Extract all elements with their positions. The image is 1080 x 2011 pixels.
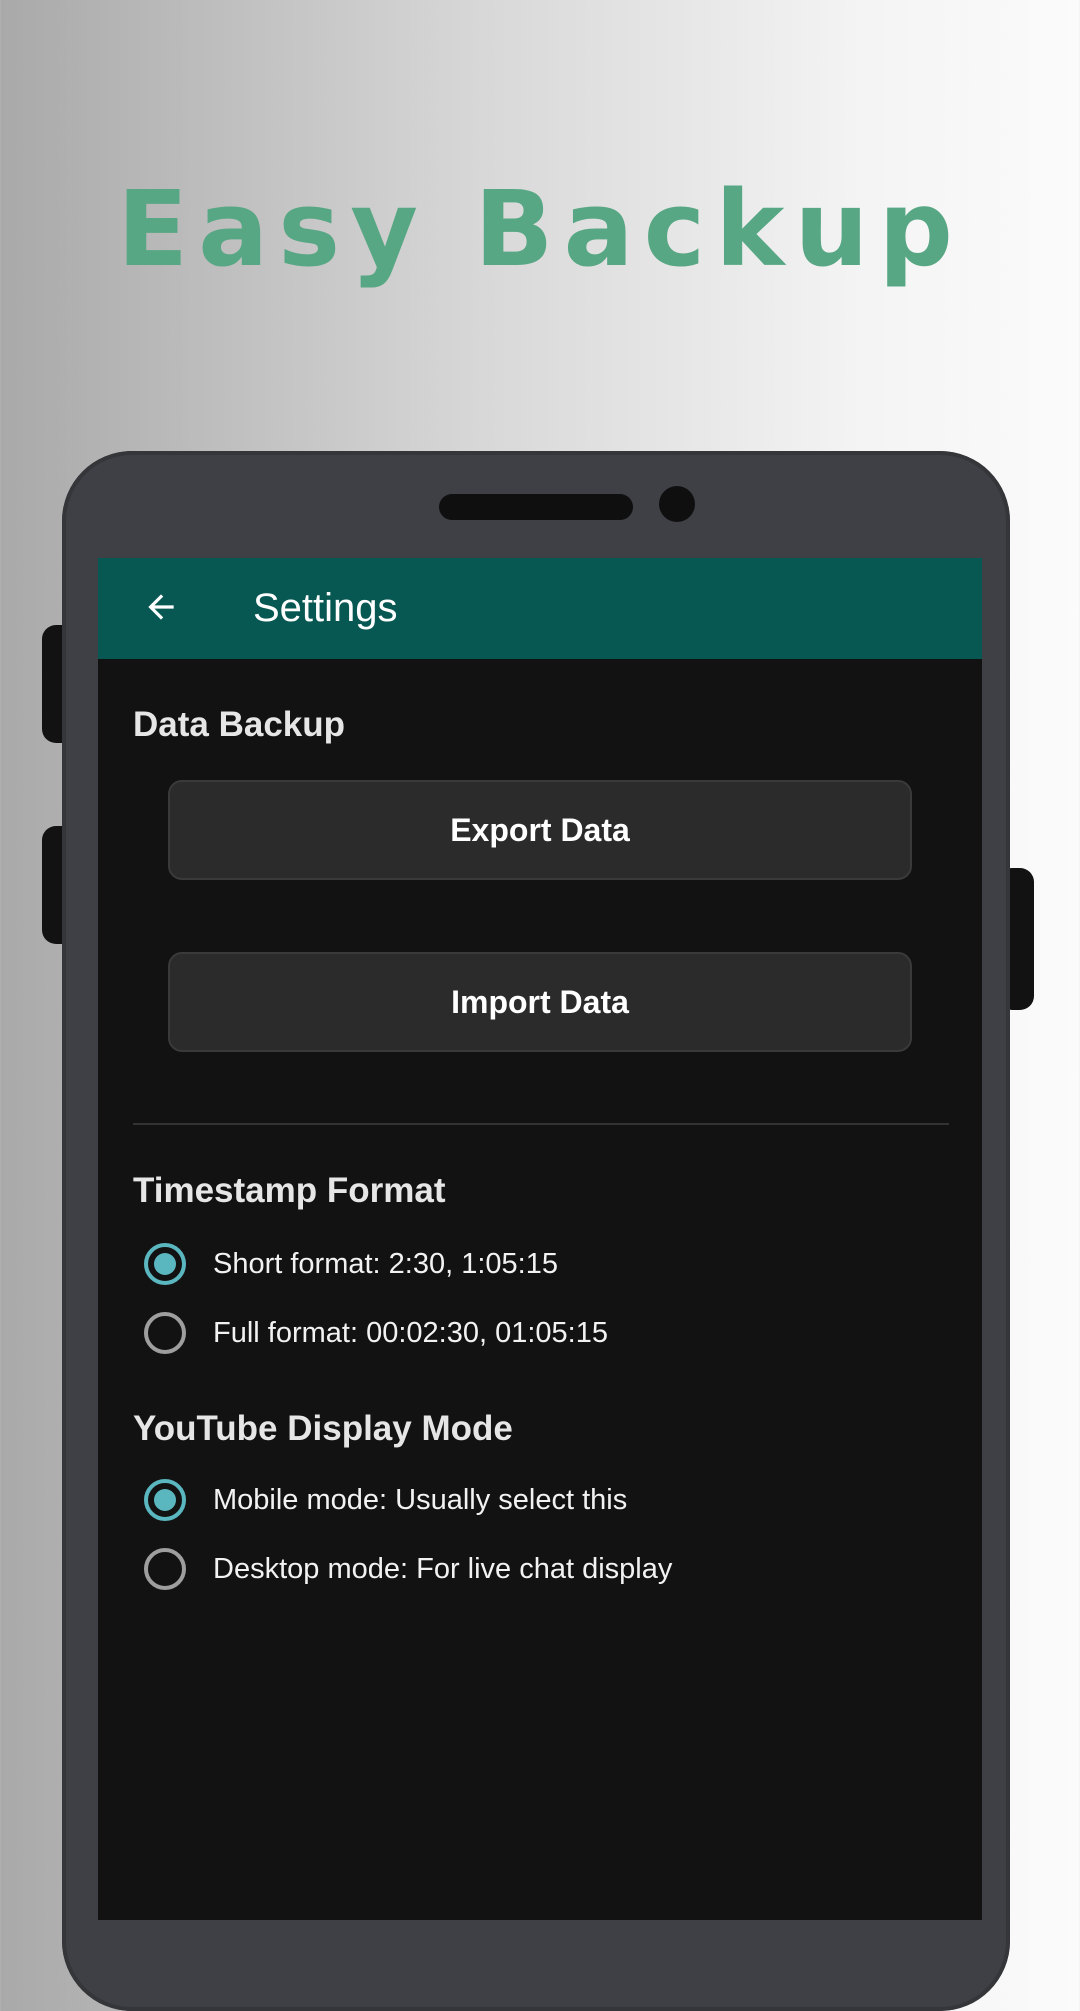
radio-option-desktop-mode[interactable]: Desktop mode: For live chat display	[144, 1544, 672, 1594]
data-backup-heading: Data Backup	[133, 705, 346, 744]
import-data-button[interactable]: Import Data	[168, 952, 912, 1052]
radio-label: Full format: 00:02:30, 01:05:15	[213, 1316, 608, 1349]
radio-option-mobile-mode[interactable]: Mobile mode: Usually select this	[144, 1475, 627, 1525]
radio-option-short-format[interactable]: Short format: 2:30, 1:05:15	[144, 1239, 558, 1289]
back-button[interactable]	[134, 580, 188, 634]
timestamp-format-heading: Timestamp Format	[133, 1171, 446, 1210]
section-divider	[133, 1123, 949, 1125]
page-title: Settings	[253, 586, 398, 630]
radio-button-unchecked[interactable]	[144, 1548, 186, 1590]
radio-label: Desktop mode: For live chat display	[213, 1552, 673, 1585]
youtube-display-mode-heading: YouTube Display Mode	[133, 1409, 513, 1448]
radio-button-unchecked[interactable]	[144, 1312, 186, 1354]
phone-camera	[659, 486, 695, 522]
radio-button-checked[interactable]	[144, 1243, 186, 1285]
headline: Easy Backup	[117, 168, 963, 290]
phone-speaker	[439, 494, 633, 520]
radio-button-checked[interactable]	[144, 1479, 186, 1521]
app-bar: Settings	[98, 558, 982, 659]
phone-screen: Settings Data Backup Export Data Import …	[98, 558, 982, 1920]
arrow-left-icon	[148, 594, 174, 620]
radio-option-full-format[interactable]: Full format: 00:02:30, 01:05:15	[144, 1308, 608, 1358]
radio-label: Short format: 2:30, 1:05:15	[213, 1247, 558, 1280]
export-data-button[interactable]: Export Data	[168, 780, 912, 880]
radio-label: Mobile mode: Usually select this	[213, 1483, 628, 1516]
